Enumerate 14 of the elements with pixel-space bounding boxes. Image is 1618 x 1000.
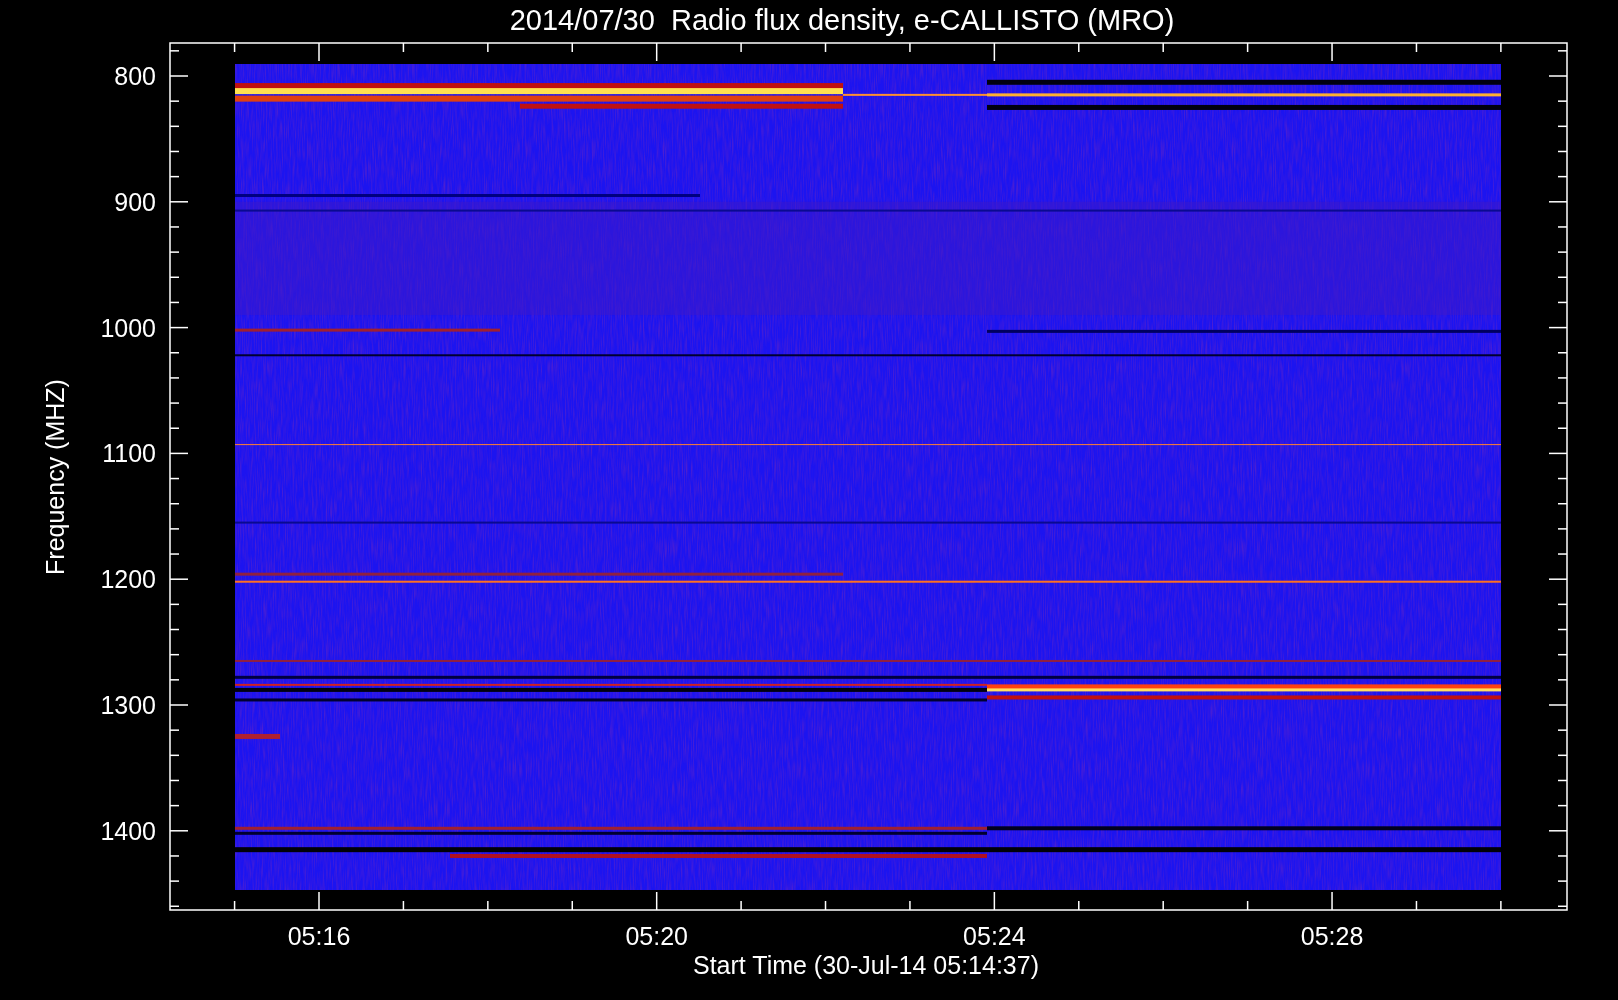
- x-tick-label: 05:20: [625, 922, 688, 950]
- y-tick-label: 1300: [100, 691, 156, 719]
- y-tick-label: 1400: [100, 816, 156, 845]
- x-tick-label: 05:28: [1300, 922, 1364, 950]
- y-tick-label: 1100: [102, 439, 156, 468]
- x-tick-label: 05:16: [287, 922, 351, 950]
- y-tick-label: 1200: [100, 565, 156, 594]
- chart-title: 2014/07/30 Radio flux density, e-CALLISTO (MRO): [509, 4, 1175, 36]
- y-tick-label: 900: [114, 187, 156, 216]
- x-axis-title: Start Time (30-Jul-14 05:14:37): [693, 951, 1039, 979]
- x-tick-label: 05:24: [963, 922, 1026, 950]
- y-axis-title: Frequency (MHZ): [41, 379, 69, 575]
- y-tick-label: 1000: [100, 313, 156, 342]
- y-tick-label: 800: [114, 62, 156, 90]
